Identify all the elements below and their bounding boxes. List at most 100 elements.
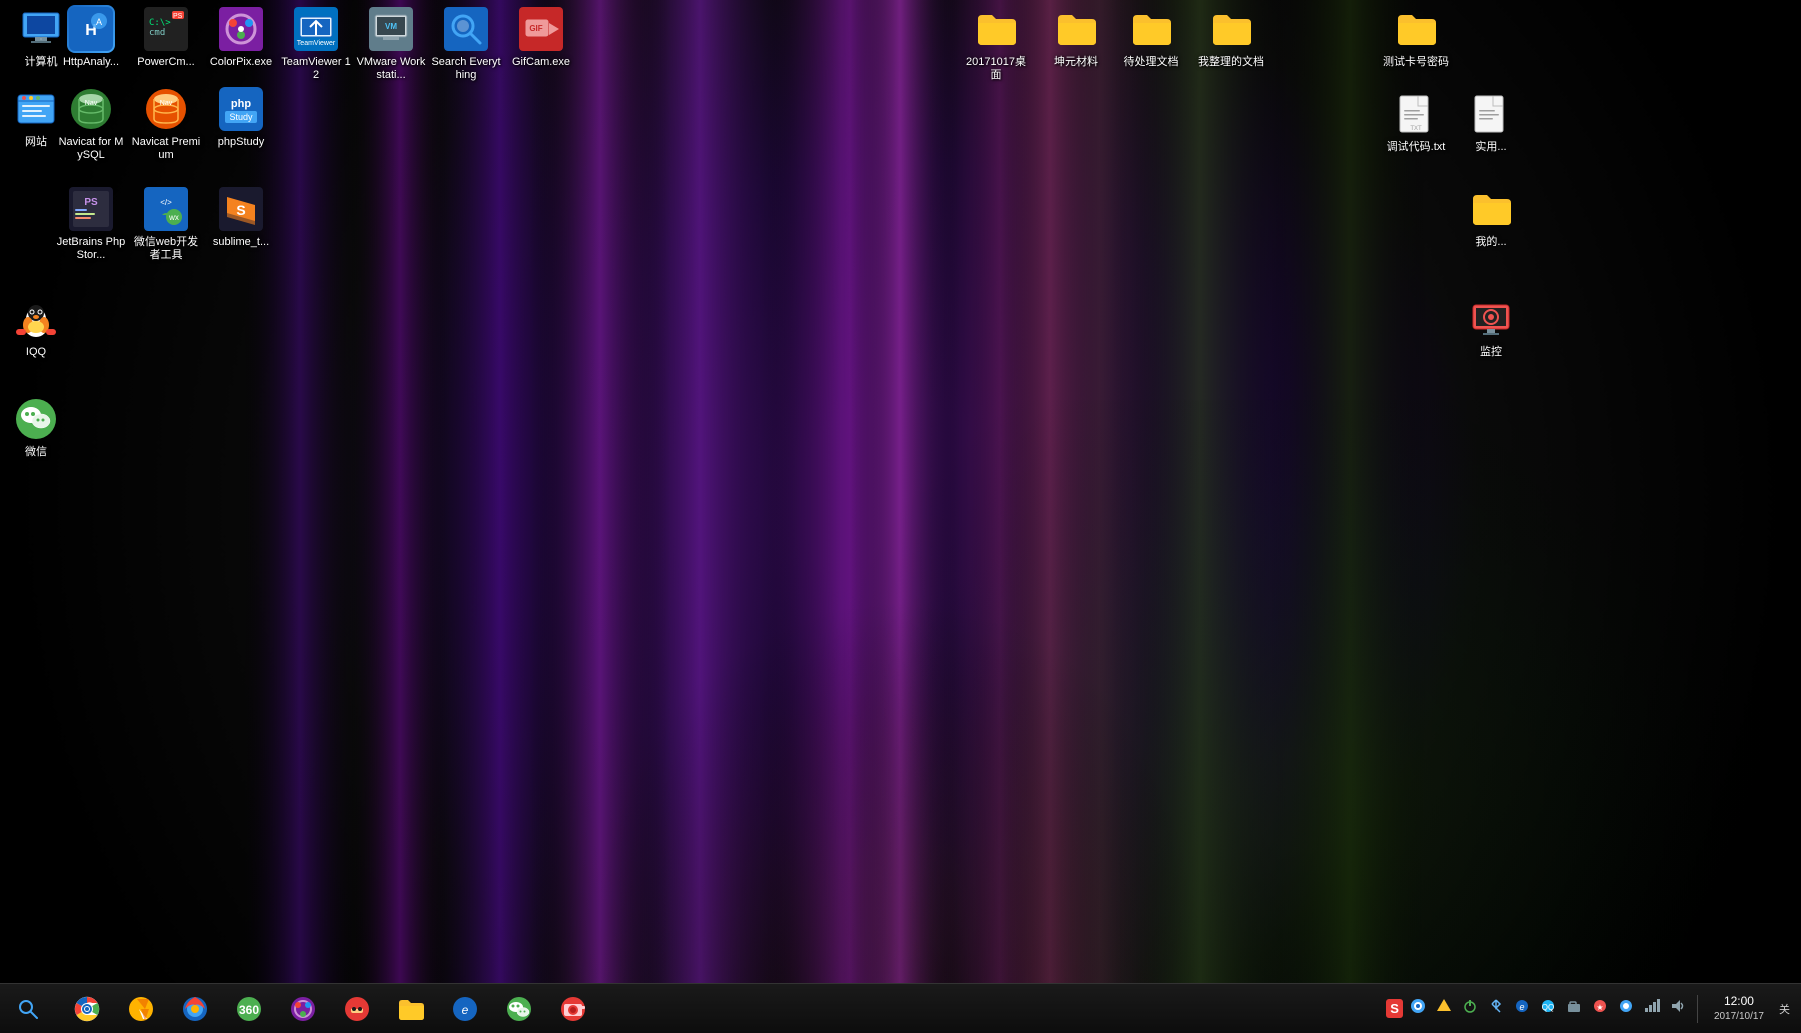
svg-text:e: e	[462, 1003, 469, 1017]
tray-icon-bluetooth[interactable]	[1485, 996, 1507, 1021]
desktop-icon-file-txt-label: 调试代码.txt	[1387, 141, 1446, 154]
taskbar-app-folder[interactable]	[386, 987, 436, 1031]
desktop-icon-jiankong-label: 监控	[1480, 346, 1502, 359]
desktop-icon-wechat-dev[interactable]: </> wx 微信web开发者工具	[130, 185, 202, 262]
desktop-icon-wechat-dev-label: 微信web开发者工具	[131, 236, 201, 262]
svg-text:C:\>: C:\>	[149, 18, 171, 28]
svg-text:e: e	[1519, 1002, 1524, 1012]
taskbar-app-thunder[interactable]	[116, 987, 166, 1031]
svg-text:A: A	[96, 17, 102, 27]
desktop-icon-file-shiyon[interactable]: 实用...	[1455, 90, 1527, 154]
desktop-icon-wode[interactable]: 我的...	[1455, 185, 1527, 249]
desktop-icon-powercmd[interactable]: C:\> cmd PS PowerCm...	[130, 5, 202, 69]
taskbar-app-360[interactable]: 360	[224, 987, 274, 1031]
taskbar-apps: 360	[56, 984, 1378, 1033]
desktop-icon-folder-testcard-label: 测试卡号密码	[1383, 56, 1449, 69]
svg-text:</>: </>	[160, 198, 172, 207]
svg-text:S: S	[236, 202, 245, 218]
desktop-icon-iqq[interactable]: IQQ	[0, 295, 72, 359]
desktop-icon-file-shiyon-label: 实用...	[1475, 141, 1506, 154]
svg-text:Study: Study	[229, 112, 253, 122]
desktop-icon-teamviewer[interactable]: TeamViewer TeamViewer 12	[280, 5, 352, 82]
desktop-icon-computer-label: 计算机	[25, 56, 58, 69]
desktop-icon-navicat-mysql-label: Navicat for MySQL	[56, 136, 126, 162]
system-clock[interactable]: 12:00 2017/10/17	[1706, 993, 1772, 1024]
svg-text:PS: PS	[173, 13, 183, 20]
desktop-icon-folder-kunyan-label: 坤元材料	[1054, 56, 1098, 69]
clock-date: 2017/10/17	[1714, 1010, 1764, 1024]
desktop-icon-file-txt[interactable]: TXT 调试代码.txt	[1380, 90, 1452, 154]
desktop-icon-folder-kunyan[interactable]: 坤元材料	[1040, 5, 1112, 69]
svg-text:php: php	[231, 98, 251, 110]
desktop-icon-phpstudy[interactable]: php Study phpStudy	[205, 85, 277, 149]
desktop-icon-wangzhan-label: 网站	[25, 136, 47, 149]
tray-icon-5[interactable]	[1563, 996, 1585, 1021]
desktop-icon-wechat[interactable]: 微信	[0, 395, 72, 459]
desktop-icon-sublime[interactable]: S sublime_t...	[205, 185, 277, 249]
svg-text:360: 360	[239, 1003, 259, 1017]
desktop-icon-navicat-mysql[interactable]: Nav Navicat for MySQL	[55, 85, 127, 162]
svg-text:PS: PS	[84, 197, 98, 208]
svg-text:Nav: Nav	[160, 100, 173, 107]
tray-icon-network[interactable]	[1641, 996, 1663, 1021]
desktop-icon-folder-20171017-label: 20171017桌面	[961, 56, 1031, 82]
desktop-icon-folder-mine[interactable]: 我整理的文档	[1195, 5, 1267, 69]
wallpaper	[0, 0, 1801, 1033]
taskbar-app-colorpix[interactable]	[278, 987, 328, 1031]
clock-time: 12:00	[1714, 993, 1764, 1010]
svg-text:★: ★	[1596, 1003, 1603, 1012]
svg-text:wx: wx	[168, 213, 179, 222]
tray-power[interactable]: 关	[1776, 999, 1793, 1019]
tray-icon-power[interactable]	[1459, 996, 1481, 1021]
tray-icon-ie[interactable]: e	[1511, 996, 1533, 1021]
desktop-icon-teamviewer-label: TeamViewer 12	[281, 56, 351, 82]
tray-icon-6[interactable]: ★	[1589, 996, 1611, 1021]
desktop-icon-http-analyzer-label: HttpAnaly...	[63, 56, 119, 69]
desktop-icon-sublime-label: sublime_t...	[213, 236, 269, 249]
taskbar: 360	[0, 983, 1801, 1033]
taskbar-app-chrome[interactable]	[62, 987, 112, 1031]
start-area	[0, 984, 56, 1033]
desktop-icon-phpstudy-label: phpStudy	[218, 136, 264, 149]
desktop-icon-phpstorm[interactable]: PS JetBrains PhpStor...	[55, 185, 127, 262]
svg-text:QQ: QQ	[1542, 1003, 1554, 1012]
svg-text:TXT: TXT	[1410, 126, 1422, 132]
taskbar-app-wechat[interactable]	[494, 987, 544, 1031]
desktop: 计算机 H A HttpAnaly... C:\> cmd	[0, 0, 1801, 1033]
tray-icon-qq[interactable]: QQ	[1537, 996, 1559, 1021]
desktop-icon-navicat-premium[interactable]: Nav Navicat Premium	[130, 85, 202, 162]
desktop-icon-gifcam[interactable]: GIF GifCam.exe	[505, 5, 577, 69]
desktop-icon-search-everything-label: Search Everything	[431, 56, 501, 82]
tray-separator	[1697, 995, 1698, 1023]
tray-icon-2[interactable]	[1433, 996, 1455, 1021]
svg-text:GIF: GIF	[529, 24, 542, 33]
tray-icon-7[interactable]	[1615, 996, 1637, 1021]
desktop-icon-iqq-label: IQQ	[26, 346, 46, 359]
desktop-icon-http-analyzer[interactable]: H A HttpAnaly...	[55, 5, 127, 69]
desktop-icon-folder-mine-label: 我整理的文档	[1198, 56, 1264, 69]
tray-icon-1[interactable]	[1407, 996, 1429, 1021]
desktop-icon-gifcam-label: GifCam.exe	[512, 56, 570, 69]
desktop-icon-search-everything[interactable]: Search Everything	[430, 5, 502, 82]
desktop-icon-folder-20171017[interactable]: 20171017桌面	[960, 5, 1032, 82]
tray-icon-sogou[interactable]: S	[1386, 999, 1403, 1018]
desktop-icon-powercmd-label: PowerCm...	[137, 56, 194, 69]
taskbar-app-cam[interactable]	[548, 987, 598, 1031]
desktop-icon-vmware[interactable]: VM VMware Workstati...	[355, 5, 427, 82]
svg-text:Nav: Nav	[85, 100, 98, 107]
desktop-icon-folder-process[interactable]: 待处理文档	[1115, 5, 1187, 69]
taskbar-app-ie2[interactable]: e	[440, 987, 490, 1031]
svg-text:TeamViewer: TeamViewer	[297, 40, 336, 47]
desktop-icon-folder-testcard[interactable]: 测试卡号密码	[1380, 5, 1452, 69]
desktop-icon-navicat-premium-label: Navicat Premium	[131, 136, 201, 162]
svg-text:cmd: cmd	[149, 28, 165, 38]
desktop-icon-wode-label: 我的...	[1475, 236, 1506, 249]
desktop-icon-colorpix[interactable]: ColorPix.exe	[205, 5, 277, 69]
taskbar-search-btn[interactable]	[6, 987, 50, 1031]
taskbar-app-mario[interactable]	[332, 987, 382, 1031]
tray-icon-volume[interactable]	[1667, 996, 1689, 1021]
desktop-icon-jiankong[interactable]: 监控	[1455, 295, 1527, 359]
svg-text:VM: VM	[385, 22, 397, 31]
desktop-icon-wechat-label: 微信	[25, 446, 47, 459]
taskbar-app-firefox[interactable]	[170, 987, 220, 1031]
